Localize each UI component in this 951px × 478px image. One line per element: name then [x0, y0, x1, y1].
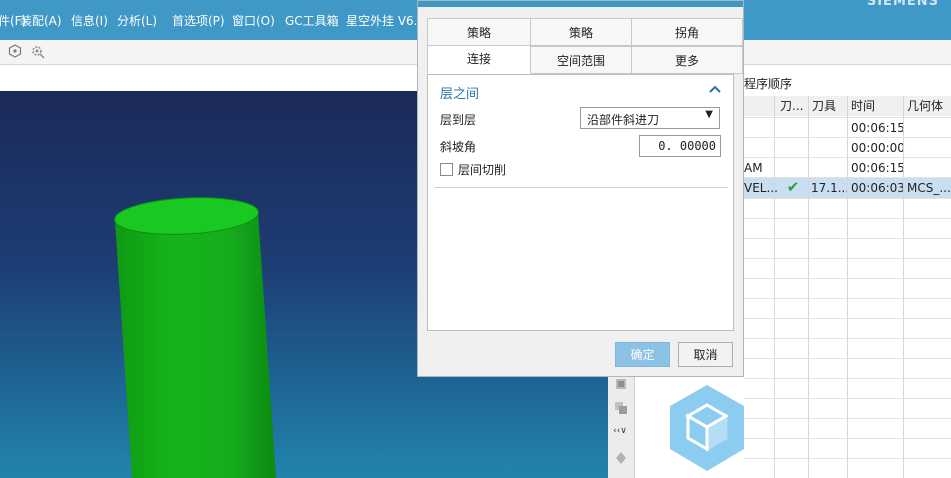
ok-button[interactable]: 确定: [615, 342, 670, 367]
grid-line: [744, 418, 951, 419]
row4-geometry: MCS_...: [907, 181, 951, 195]
menu-info[interactable]: 信息(I): [71, 12, 108, 29]
cutting-parameters-dialog: 策略 余量 拐角 空间范围 更多 连接 策略 层之间 层到层 沿部件斜进刀 ▼ …: [417, 0, 744, 377]
grid-line: [744, 378, 951, 379]
grid-line: [744, 177, 951, 178]
col-header-geometry[interactable]: 几何体: [907, 96, 951, 116]
cancel-button[interactable]: 取消: [678, 342, 733, 367]
grid-line: [903, 96, 904, 478]
grid-line: [808, 96, 809, 478]
grid-line: [774, 96, 775, 478]
grid-line: [744, 398, 951, 399]
grid-line: [744, 157, 951, 158]
expand-more-icon[interactable]: ‹‹∨: [613, 426, 627, 436]
col-header-tool[interactable]: 刀具: [812, 96, 848, 116]
tab-corners[interactable]: 拐角: [631, 18, 743, 46]
ramp-angle-label: 斜坡角: [440, 140, 477, 154]
cube-logo-watermark: [670, 385, 744, 471]
tab-connection[interactable]: 连接: [427, 44, 531, 74]
dropdown-arrow-icon: ▼: [705, 109, 713, 120]
menu-analysis[interactable]: 分析(L): [117, 12, 157, 29]
copy-icon[interactable]: [613, 400, 629, 416]
grid-line: [744, 438, 951, 439]
row2-time: 00:00:00: [851, 141, 905, 155]
col-header-time[interactable]: 时间: [851, 96, 903, 116]
grid-line: [744, 298, 951, 299]
row4-tool: 17.1...: [811, 181, 849, 195]
grid-line: [744, 278, 951, 279]
grid-line: [744, 318, 951, 319]
grid-line: [744, 198, 951, 199]
row4-time: 00:06:03: [851, 181, 905, 195]
grid-line: [744, 338, 951, 339]
connection-panel: 层之间 层到层 沿部件斜进刀 ▼ 斜坡角 0. 00000 层间切削: [427, 74, 734, 331]
gear-search-icon[interactable]: [30, 44, 45, 59]
grid-line: [744, 238, 951, 239]
check-icon: ✔: [786, 178, 800, 196]
group-title-between-levels[interactable]: 层之间: [440, 83, 479, 102]
grid-line: [847, 96, 848, 478]
menu-gc-toolbox[interactable]: GC工具箱: [285, 12, 339, 29]
layer-to-layer-label: 层到层: [440, 113, 477, 127]
menu-preferences[interactable]: 首选项(P): [172, 12, 225, 29]
interlayer-cut-checkbox[interactable]: [440, 163, 453, 176]
grid-line: [744, 137, 951, 138]
row3-time: 00:06:15: [851, 161, 905, 175]
group-divider: [434, 187, 728, 188]
menu-assembly[interactable]: 装配(A): [20, 12, 62, 29]
interlayer-cut-label: 层间切削: [458, 163, 507, 177]
dialog-title-bar[interactable]: [418, 1, 743, 7]
tab-more[interactable]: 更多: [631, 46, 743, 74]
grid-line: [744, 358, 951, 359]
menu-window[interactable]: 窗口(O): [232, 12, 275, 29]
tab-strategy-left[interactable]: 策略: [427, 18, 531, 46]
navigator-title: 程序顺序: [744, 77, 793, 91]
hexagon-icon[interactable]: [8, 44, 22, 58]
ramp-angle-input[interactable]: 0. 00000: [639, 135, 721, 157]
tool-icon[interactable]: [613, 376, 629, 392]
collapse-chevron-icon[interactable]: [709, 82, 721, 98]
siemens-logo: SIEMENS: [866, 0, 939, 9]
grid-line: [744, 218, 951, 219]
row3-name[interactable]: AM: [744, 158, 778, 178]
grid-line: [744, 458, 951, 459]
grid-line: [744, 258, 951, 259]
navigator-side-toolbar: ‹‹∨: [608, 370, 635, 478]
col-header-tool-flag[interactable]: 刀...: [780, 96, 806, 116]
layer-to-layer-value: 沿部件斜进刀: [587, 113, 660, 127]
tab-space-range[interactable]: 空间范围: [530, 46, 632, 74]
grid-line: [744, 117, 951, 118]
row4-name[interactable]: VEL...: [744, 178, 778, 198]
layer-to-layer-select[interactable]: 沿部件斜进刀 ▼: [580, 107, 720, 129]
menu-xingkong-plugin[interactable]: 星空外挂 V6.9: [346, 12, 425, 29]
tab-strategy[interactable]: 策略: [530, 18, 632, 46]
row1-time: 00:06:15: [851, 121, 905, 135]
move-icon[interactable]: [613, 450, 629, 466]
